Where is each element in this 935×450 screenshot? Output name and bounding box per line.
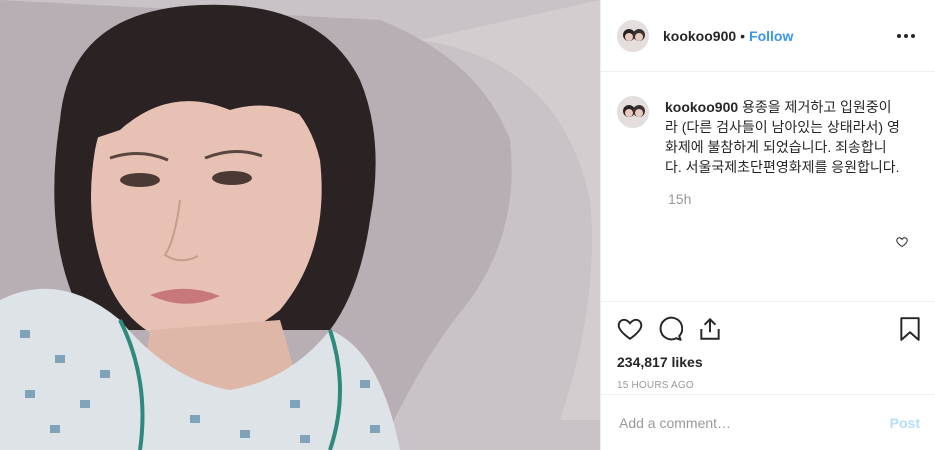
like-button[interactable]	[617, 316, 643, 342]
heart-icon	[617, 318, 643, 340]
post-comment-button[interactable]: Post	[890, 415, 920, 431]
bookmark-icon	[900, 317, 920, 341]
caption-text: kookoo900 용종을 제거하고 입원중이라 (다른 검사들이 남아있는 상…	[665, 97, 901, 177]
caption: kookoo900 용종을 제거하고 입원중이라 (다른 검사들이 남아있는 상…	[617, 96, 920, 177]
share-icon	[700, 317, 720, 340]
action-bar: 234,817 likes 15 HOURS AGO	[601, 301, 935, 391]
avatar-image	[618, 20, 648, 51]
heart-outline-icon	[896, 237, 908, 248]
caption-like-button[interactable]	[896, 235, 908, 253]
comment-icon	[659, 316, 683, 341]
post-side-panel: kookoo900 • Follow kookoo900 용종을 제거하고 입원…	[600, 0, 935, 450]
comment-button[interactable]	[657, 316, 683, 342]
selfie-image	[0, 0, 600, 450]
comments-area: kookoo900 용종을 제거하고 입원중이라 (다른 검사들이 남아있는 상…	[601, 73, 935, 301]
caption-avatar[interactable]	[617, 96, 649, 128]
more-dots-icon	[897, 33, 901, 38]
post-timestamp[interactable]: 15 HOURS AGO	[617, 380, 920, 391]
avatar-image	[618, 97, 648, 127]
save-button[interactable]	[897, 316, 923, 342]
share-button[interactable]	[697, 316, 723, 342]
username-link[interactable]: kookoo900	[663, 28, 736, 44]
follow-button[interactable]: Follow	[749, 28, 793, 44]
likes-count[interactable]: 234,817 likes	[617, 354, 920, 370]
post-header: kookoo900 • Follow	[601, 0, 935, 72]
separator-dot: •	[740, 27, 746, 44]
action-icons	[617, 314, 920, 344]
more-options-button[interactable]	[893, 30, 919, 42]
caption-time[interactable]: 15h	[668, 191, 920, 207]
avatar[interactable]	[617, 19, 649, 52]
add-comment-bar: Post	[601, 394, 935, 450]
caption-username[interactable]: kookoo900	[665, 99, 738, 115]
comment-input[interactable]	[617, 413, 890, 432]
post-photo[interactable]	[0, 0, 600, 450]
